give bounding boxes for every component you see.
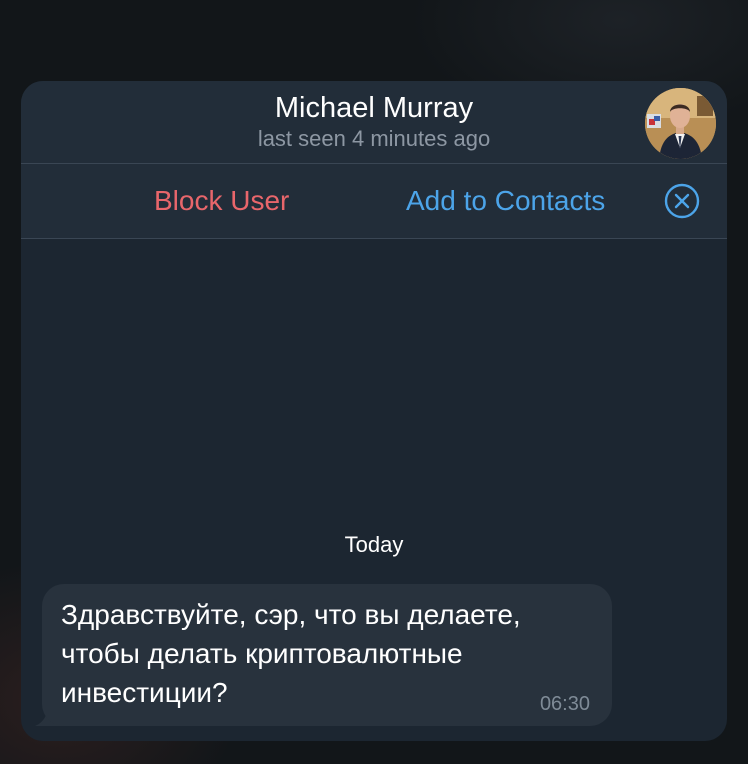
block-user-button[interactable]: Block User	[154, 184, 289, 218]
chat-window: Michael Murray last seen 4 minutes ago B…	[21, 81, 727, 741]
message-text: Здравствуйте, сэр, что вы делаете, чтобы…	[61, 599, 521, 708]
add-to-contacts-button[interactable]: Add to Contacts	[406, 184, 605, 218]
avatar-photo	[645, 88, 716, 159]
date-separator: Today	[344, 532, 404, 557]
message-time: 06:30	[539, 693, 590, 715]
contact-action-bar: Block User Add to Contacts	[21, 164, 727, 239]
contact-name[interactable]: Michael Murray	[21, 91, 727, 125]
chat-header: Michael Murray last seen 4 minutes ago	[21, 81, 727, 164]
avatar[interactable]	[645, 88, 716, 159]
incoming-message-bubble[interactable]: Здравствуйте, сэр, что вы делаете, чтобы…	[42, 584, 612, 726]
last-seen-status: last seen 4 minutes ago	[257, 126, 491, 151]
close-icon[interactable]	[664, 183, 700, 219]
